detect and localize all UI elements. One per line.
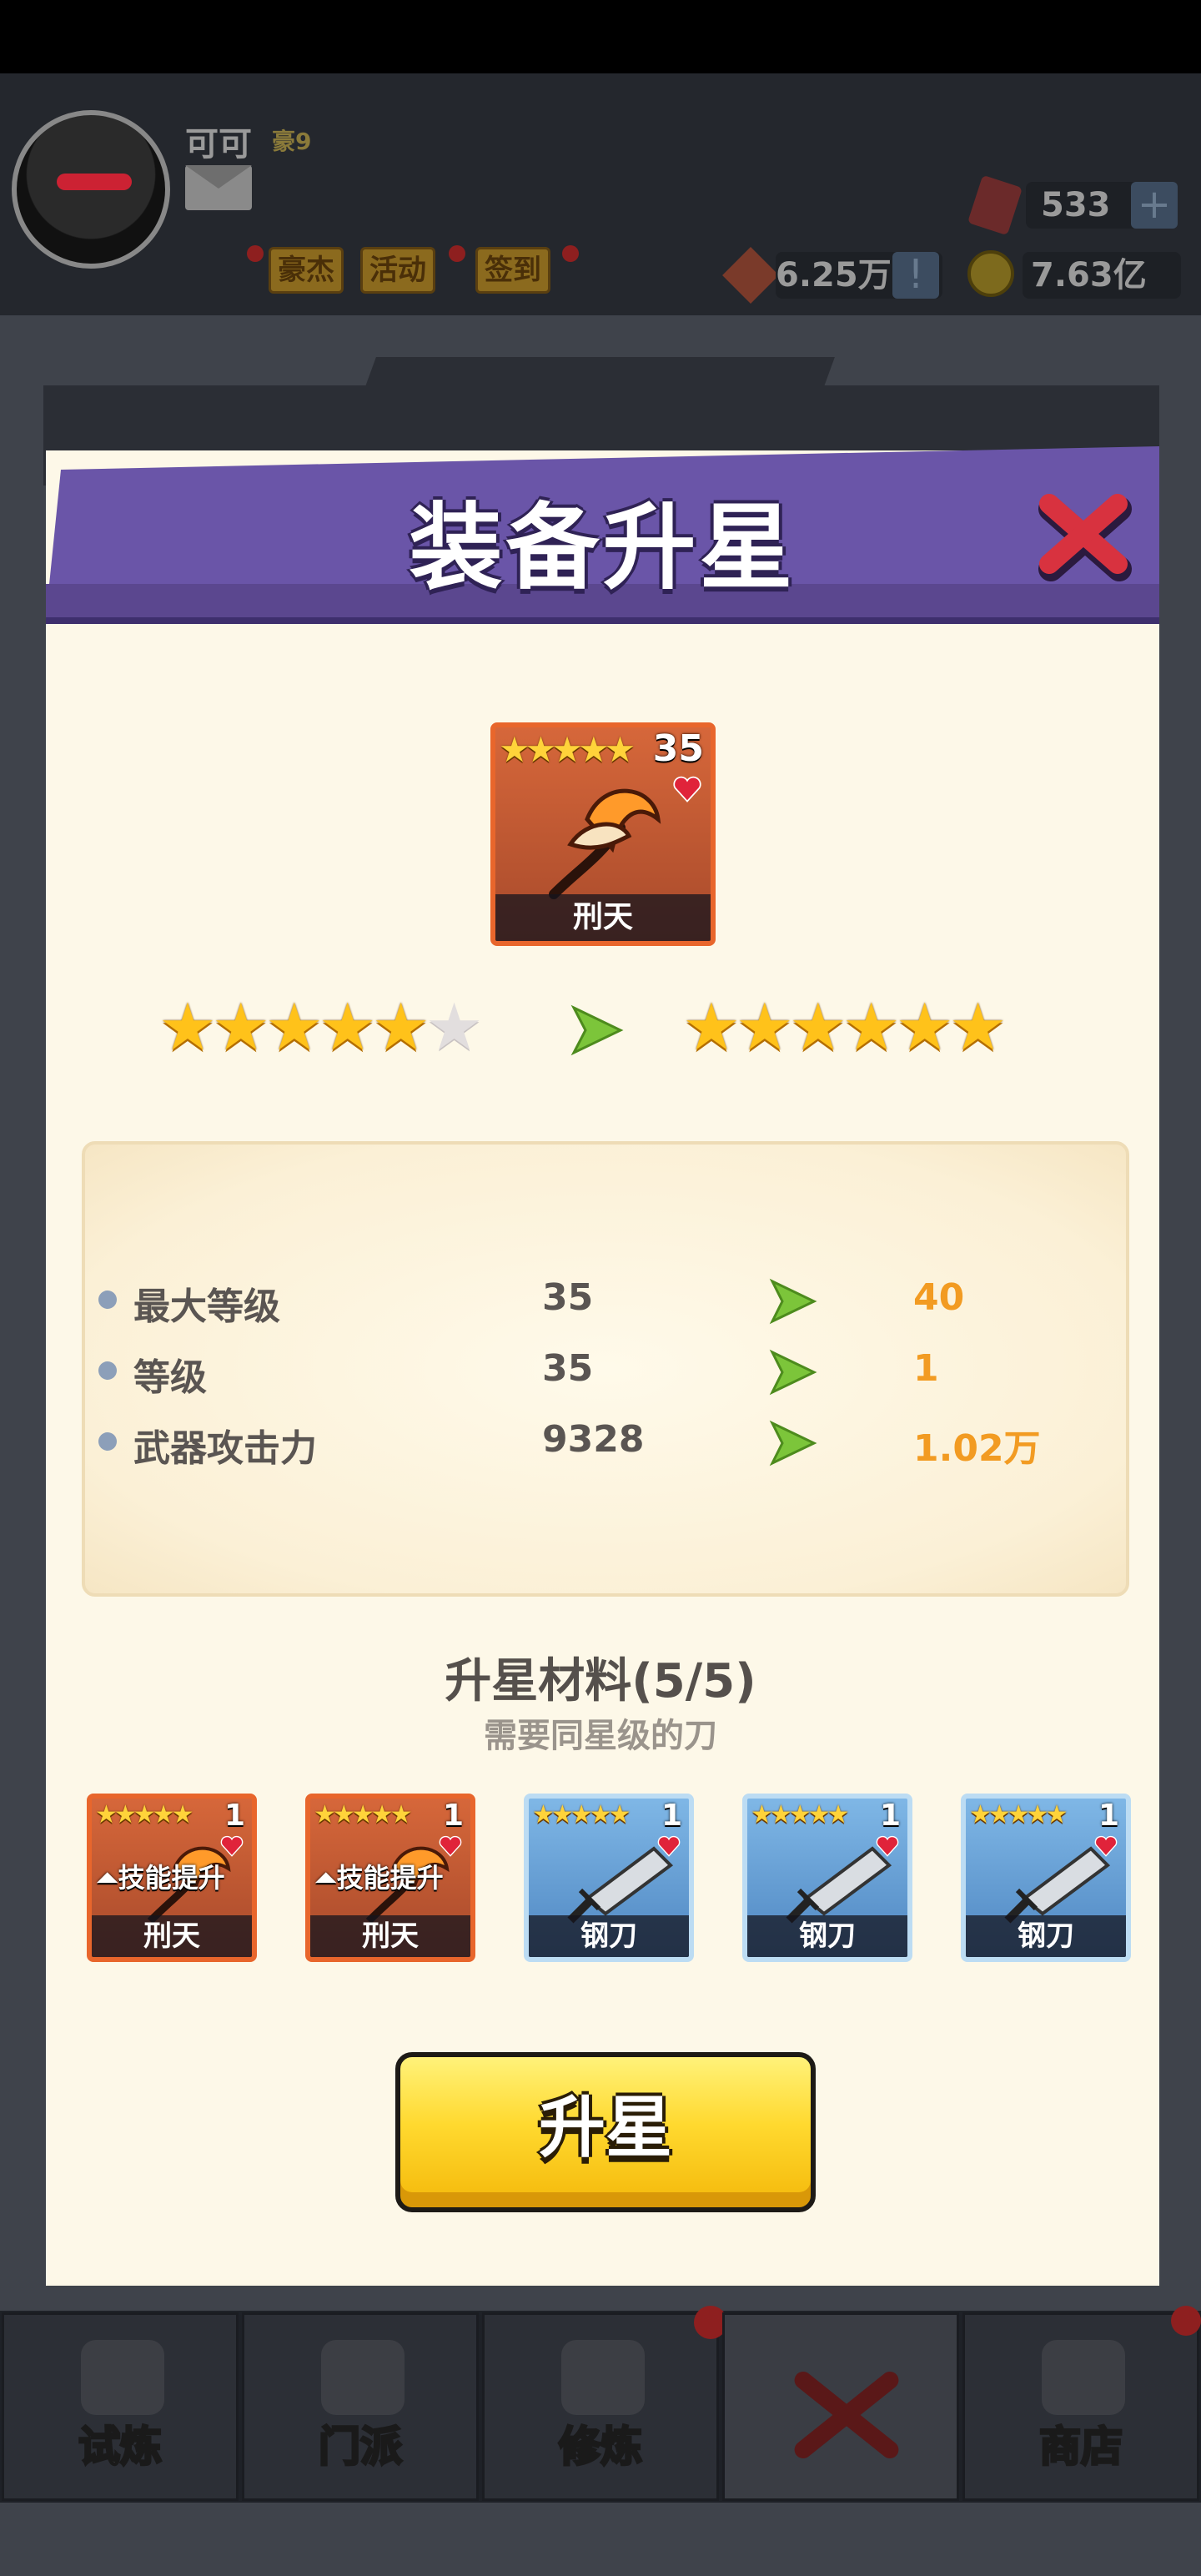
stat-label: 等级 <box>133 1356 207 1399</box>
arrow-right-icon <box>769 1420 817 1467</box>
stat-label: 最大等级 <box>133 1285 280 1328</box>
crossed-swords-icon <box>794 2372 899 2458</box>
material-card[interactable]: ★★★★★ 1 钢刀 <box>961 1794 1131 1962</box>
card-stars: ★★★★★ <box>969 1800 1068 1829</box>
upgrade-star-button[interactable]: 升星 <box>395 2052 816 2212</box>
card-name: 钢刀 <box>529 1915 689 1957</box>
stat-row: 最大等级 35 40 <box>0 1268 1201 1335</box>
nav-tab-cultivate[interactable]: 修炼 <box>482 2312 719 2501</box>
shop-icon <box>1042 2340 1125 2415</box>
status-bar <box>0 0 1201 73</box>
material-card[interactable]: ★★★★★ 1 钢刀 <box>524 1794 694 1962</box>
nav-tab-shop[interactable]: 商店 <box>962 2312 1199 2501</box>
bullet-icon <box>98 1432 117 1451</box>
material-card[interactable]: ★★★★★ 1 ⏶技能提升 刑天 <box>87 1794 257 1962</box>
card-count: 1 <box>1098 1799 1119 1833</box>
bullet-icon <box>98 1361 117 1380</box>
arrow-right-icon <box>769 1278 817 1325</box>
skill-up-label: 技能提升 <box>118 1862 225 1894</box>
broadsword-icon <box>1004 1846 1111 1924</box>
notification-dot <box>449 245 465 262</box>
nav-tab-label: 商店 <box>1038 2422 1124 2473</box>
material-card[interactable]: ★★★★★ 1 钢刀 <box>742 1794 912 1962</box>
stat-label: 武器攻击力 <box>133 1427 317 1470</box>
nav-tab-label: 修炼 <box>558 2422 644 2473</box>
skill-up-tag: ⏶技能提升 <box>97 1862 225 1894</box>
arrow-right-icon <box>769 1349 817 1396</box>
card-name: 刑天 <box>310 1915 470 1957</box>
heroes-button[interactable]: 豪杰 <box>269 247 344 294</box>
bullet-icon <box>98 1291 117 1309</box>
card-name: 刑天 <box>92 1915 252 1957</box>
equipment-card[interactable]: ★★★★★ 35 刑天 <box>490 722 716 946</box>
checkin-button[interactable]: 签到 <box>475 247 550 294</box>
top-bar <box>0 73 1201 315</box>
coin-count: 7.63亿 <box>1023 252 1181 299</box>
stat-next: 1 <box>913 1347 939 1390</box>
materials-subtitle: 需要同星级的刀 <box>484 1717 717 1755</box>
card-count: 1 <box>442 1799 464 1833</box>
arrow-right-icon <box>570 1004 624 1056</box>
header-underline <box>46 617 1159 624</box>
current-stars: ★★★★★★ <box>158 990 484 1065</box>
card-count: 1 <box>879 1799 901 1833</box>
stat-row: 武器攻击力 9328 1.02万 <box>0 1410 1201 1477</box>
avatar[interactable] <box>12 110 170 269</box>
broadsword-icon <box>786 1846 892 1924</box>
card-name: 钢刀 <box>966 1915 1126 1957</box>
dialog-title: 装备升星 <box>409 494 796 602</box>
card-stars: ★★★★★ <box>95 1800 194 1829</box>
stat-current: 35 <box>542 1347 594 1390</box>
item-level: 35 <box>652 727 704 770</box>
next-stars: ★★★★★★ <box>682 990 1008 1065</box>
upgrade-star-label: 升星 <box>539 2089 672 2166</box>
card-stars: ★★★★★ <box>751 1800 850 1829</box>
nav-tab-trial[interactable]: 试炼 <box>2 2312 239 2501</box>
nav-tab-label: 试炼 <box>78 2422 163 2473</box>
notification-dot <box>562 245 579 262</box>
item-name: 刑天 <box>495 894 711 941</box>
events-button[interactable]: 活动 <box>360 247 435 294</box>
card-stars: ★★★★★ <box>532 1800 631 1829</box>
card-stars: ★★★★★ <box>314 1800 413 1829</box>
material-card[interactable]: ★★★★★ 1 ⏶技能提升 刑天 <box>305 1794 475 1962</box>
materials-title: 升星材料(5/5) <box>445 1654 756 1708</box>
skill-up-label: 技能提升 <box>336 1862 444 1894</box>
coin-icon <box>967 250 1014 297</box>
broadsword-icon <box>567 1846 674 1924</box>
stat-current: 9328 <box>542 1418 645 1461</box>
temple-icon <box>321 2340 405 2415</box>
token-info-button[interactable]: ! <box>892 252 939 299</box>
card-name: 钢刀 <box>747 1915 907 1957</box>
nav-tab-label: 门派 <box>318 2422 404 2473</box>
book-icon <box>561 2340 645 2415</box>
ninja-icon <box>81 2340 164 2415</box>
mail-icon[interactable] <box>185 165 252 210</box>
notification-dot <box>247 245 264 262</box>
stat-next: 40 <box>913 1276 965 1319</box>
stat-row: 等级 35 1 <box>0 1339 1201 1406</box>
card-stars: ★★★★★ <box>499 729 636 770</box>
card-count: 1 <box>224 1799 245 1833</box>
card-count: 1 <box>661 1799 682 1833</box>
vip-badge: 豪9 <box>272 128 312 155</box>
stat-current: 35 <box>542 1276 594 1319</box>
axe-weapon-icon <box>549 788 661 899</box>
skill-up-tag: ⏶技能提升 <box>315 1862 444 1894</box>
nav-tab-sect[interactable]: 门派 <box>242 2312 479 2501</box>
player-name: 可可 <box>185 125 252 164</box>
stat-next: 1.02万 <box>913 1427 1041 1470</box>
add-gems-button[interactable]: + <box>1131 182 1178 229</box>
close-icon[interactable] <box>1034 484 1134 584</box>
notification-dot <box>1171 2306 1201 2336</box>
